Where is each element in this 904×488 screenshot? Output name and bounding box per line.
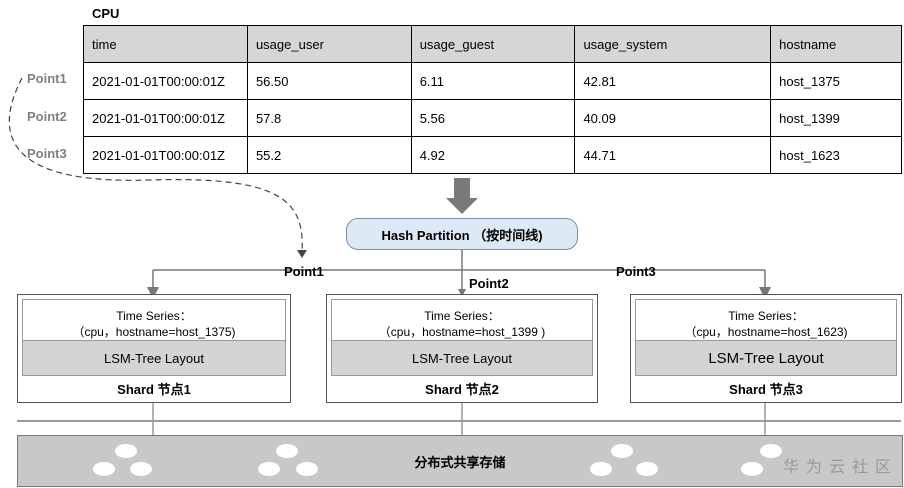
storage-disks [93, 444, 782, 476]
disk-icon [258, 462, 280, 476]
watermark: 华为云社区 [783, 459, 899, 476]
disk-icon [611, 444, 633, 458]
disk-icon [636, 462, 658, 476]
disk-icon [276, 444, 298, 458]
disk-icon [115, 444, 137, 458]
disk-icon [296, 462, 318, 476]
disk-icon [130, 462, 152, 476]
disk-icon [93, 462, 115, 476]
disk-icon [590, 462, 612, 476]
disk-icon [741, 462, 763, 476]
disk-icon [760, 444, 782, 458]
